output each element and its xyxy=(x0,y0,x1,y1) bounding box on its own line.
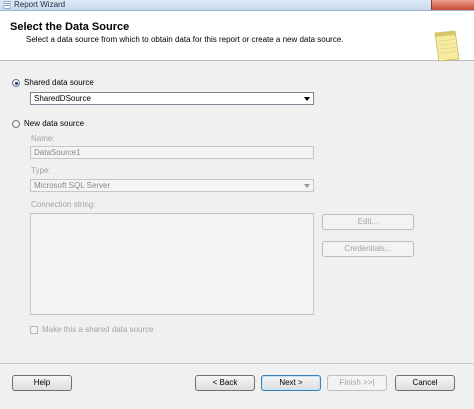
type-dropdown[interactable]: Microsoft SQL Server xyxy=(30,179,314,192)
type-label: Type: xyxy=(31,166,51,175)
name-value: DataSource1 xyxy=(34,148,81,157)
wizard-header: Select the Data Source Select a data sou… xyxy=(0,11,474,62)
chevron-down-icon[interactable] xyxy=(304,97,310,101)
page-subtitle: Select a data source from which to obtai… xyxy=(26,35,344,44)
radio-selected-dot xyxy=(14,81,18,85)
make-shared-label: Make this a shared data source xyxy=(42,325,154,334)
window-title: Report Wizard xyxy=(14,0,66,9)
close-window-button[interactable] xyxy=(431,0,474,10)
window-titlebar: Report Wizard xyxy=(0,0,474,11)
connection-string-label: Connection string: xyxy=(31,200,96,209)
name-field[interactable]: DataSource1 xyxy=(30,146,314,159)
type-value: Microsoft SQL Server xyxy=(34,181,111,190)
name-label: Name: xyxy=(31,134,55,143)
connection-string-textarea[interactable] xyxy=(30,213,314,315)
shared-data-source-radio[interactable] xyxy=(12,79,20,87)
page-title: Select the Data Source xyxy=(10,21,130,33)
credentials-button[interactable]: Credentials... xyxy=(322,241,414,257)
finish-button[interactable]: Finish >>| xyxy=(327,375,387,391)
edit-button[interactable]: Edit... xyxy=(322,214,414,230)
shared-data-source-label: Shared data source xyxy=(24,78,94,87)
notepad-icon xyxy=(434,30,460,62)
new-data-source-radio[interactable] xyxy=(12,120,20,128)
shared-data-source-dropdown[interactable]: SharedDSource xyxy=(30,92,314,105)
chevron-down-icon[interactable] xyxy=(304,184,310,188)
back-button[interactable]: < Back xyxy=(195,375,255,391)
make-shared-checkbox[interactable] xyxy=(30,326,38,334)
report-wizard-icon xyxy=(3,1,11,9)
shared-data-source-value: SharedDSource xyxy=(34,94,91,103)
help-button[interactable]: Help xyxy=(12,375,72,391)
cancel-button[interactable]: Cancel xyxy=(395,375,455,391)
new-data-source-label: New data source xyxy=(24,119,85,128)
next-button[interactable]: Next > xyxy=(261,375,321,391)
